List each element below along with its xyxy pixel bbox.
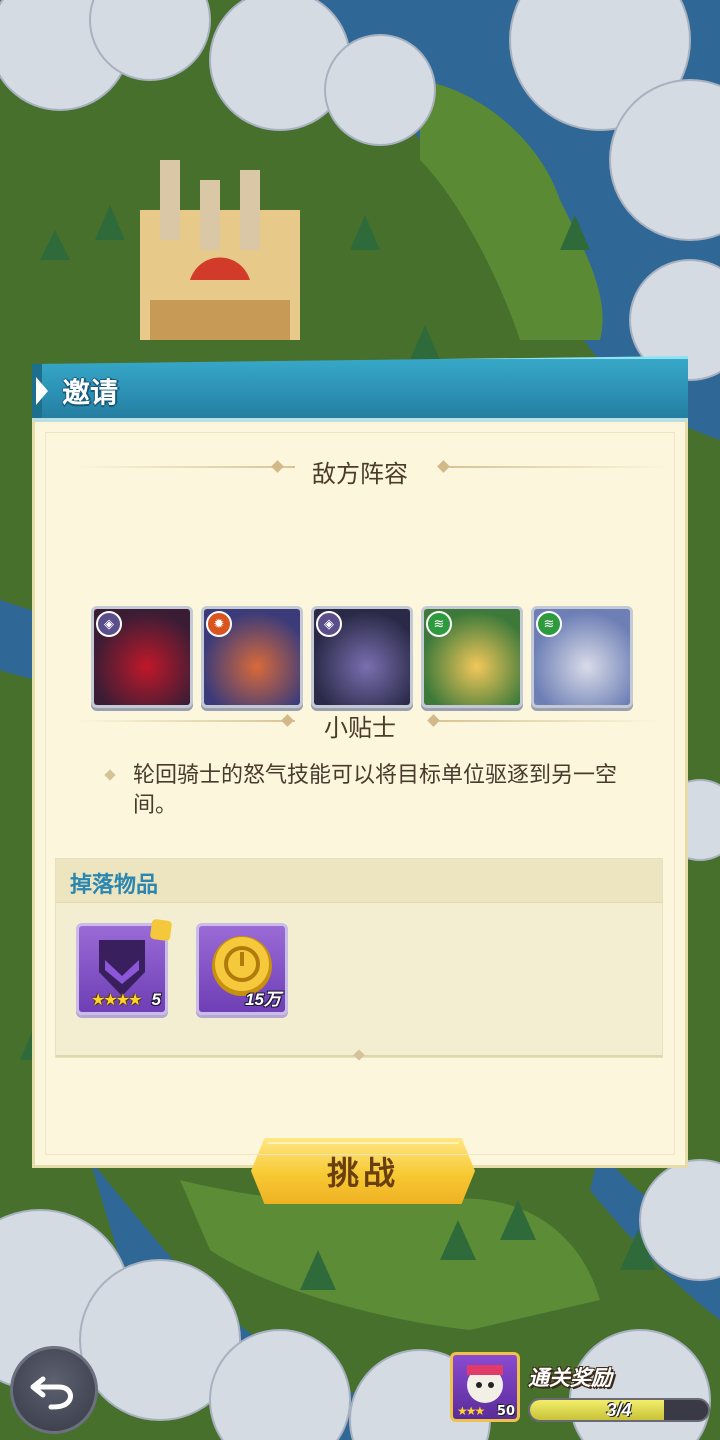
dialog-title: 邀请 [62, 377, 119, 408]
dark-gunslinger-hero[interactable]: ◈ [311, 606, 413, 708]
skull-knight-hero[interactable]: ◈ [91, 606, 193, 708]
challenge-button[interactable]: 挑战 [251, 1138, 475, 1204]
enemy-lineup-label: 敌方阵容 [312, 461, 408, 488]
clear-reward-progress: 3/4 [528, 1398, 710, 1422]
title-diamond-right-icon [437, 460, 450, 473]
back-arrow-icon [30, 1376, 74, 1410]
reward-level: 50 [496, 1404, 515, 1419]
drop-item-hero-fragment[interactable]: ★★★★ 5 [76, 918, 173, 1015]
tips-title: 小贴士 [35, 706, 685, 742]
drop-items-panel: 掉落物品 ★★★★ 5 15万 [55, 858, 663, 1061]
wind-faction-icon: ≋ [426, 611, 452, 637]
title-diamond-left-icon [271, 460, 284, 473]
demon-warrior-hero[interactable]: ✹ [201, 606, 303, 708]
drop-item-gold-coin[interactable]: 15万 [196, 923, 288, 1015]
title-divider-right [449, 466, 669, 468]
back-button[interactable] [10, 1346, 98, 1434]
title-diamond-left-icon [281, 714, 294, 727]
title-divider-right [439, 720, 659, 722]
clear-reward-icon[interactable]: ★★★ 50 [450, 1352, 520, 1422]
dialog-body: 敌方阵容 ◈ ✹ ◈ ≋ ≋ 小贴士 轮回骑士的怒气技能可以将目标单位驱逐到另一空间。 … [32, 418, 688, 1204]
gold-coin-count: 15万 [245, 990, 281, 1009]
drop-items-footer-line [56, 1049, 662, 1061]
wind-faction-icon: ≋ [536, 611, 562, 637]
tip-item: 轮回骑士的怒气技能可以将目标单位驱逐到另一空间。 [104, 760, 649, 820]
void-faction-icon: ◈ [316, 611, 342, 637]
tips-label: 小贴士 [324, 715, 396, 742]
white-hair-elf-hero[interactable]: ≋ [531, 606, 633, 708]
title-divider-left [75, 466, 295, 468]
footer-diamond-icon [353, 1049, 365, 1061]
void-faction-icon: ◈ [96, 611, 122, 637]
header-chevron-icon [36, 377, 48, 405]
title-divider-left [75, 720, 295, 722]
enemy-lineup-title: 敌方阵容 [35, 452, 685, 488]
tip-text: 轮回骑士的怒气技能可以将目标单位驱逐到另一空间。 [133, 762, 618, 817]
dialog-header: 邀请 [32, 356, 688, 420]
reward-stars: ★★★ [457, 1404, 485, 1418]
title-diamond-right-icon [427, 714, 440, 727]
invite-dialog: 邀请 敌方阵容 ◈ ✹ ◈ ≋ ≋ 小贴士 轮回骑士的怒气技能可以将目标单位驱逐到另一空… [32, 356, 688, 1204]
fragment-stars: ★★★★ [91, 990, 142, 1009]
progress-text: 3/4 [606, 1400, 632, 1420]
hooded-girl-hero[interactable]: ≋ [421, 606, 523, 708]
drop-items-header: 掉落物品 [56, 859, 662, 903]
clear-reward-title: 通关奖励 [528, 1367, 612, 1390]
fragment-puzzle-icon [149, 918, 173, 942]
fragment-count: 5 [151, 990, 161, 1009]
fire-faction-icon: ✹ [206, 611, 232, 637]
challenge-button-label: 挑战 [326, 1155, 399, 1191]
drop-items-title: 掉落物品 [70, 872, 159, 897]
